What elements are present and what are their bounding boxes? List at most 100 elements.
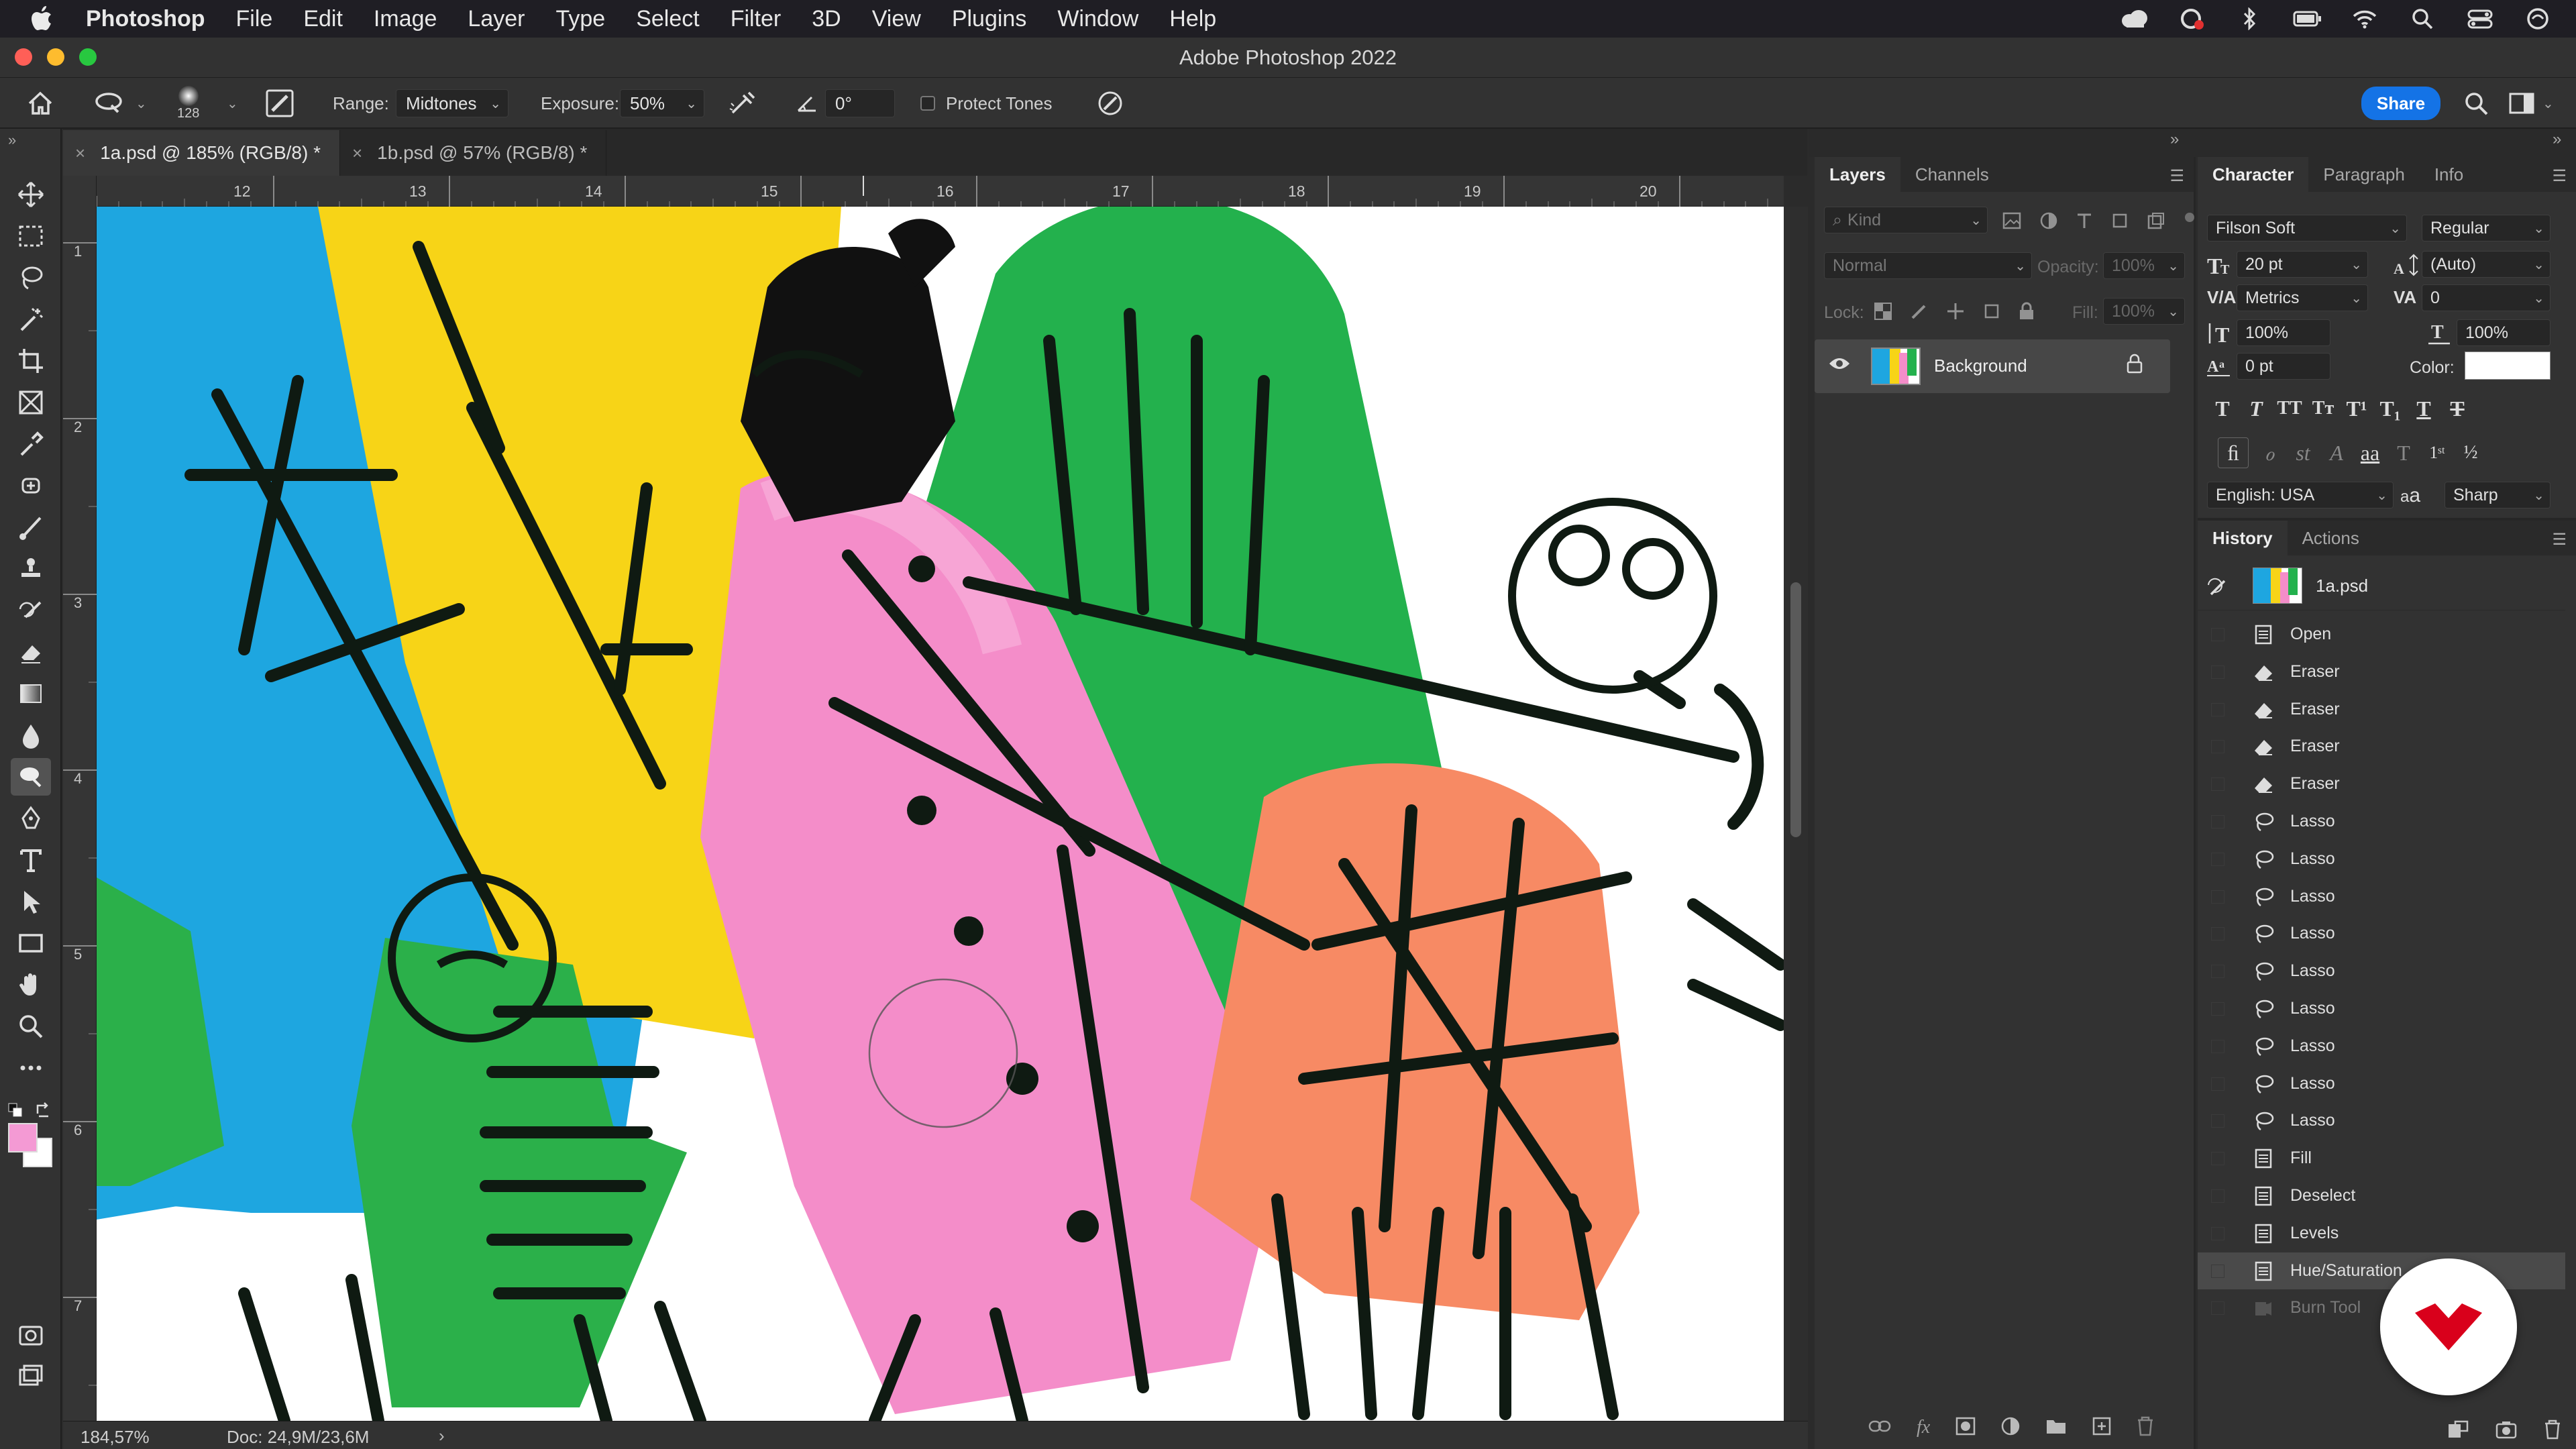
menu-file[interactable]: File <box>236 6 273 32</box>
filter-toggle-icon[interactable] <box>2184 212 2196 233</box>
panel-menu-icon[interactable]: ☰ <box>2169 166 2184 186</box>
lock-position-icon[interactable] <box>1946 302 1965 324</box>
add-mask-icon[interactable] <box>1955 1417 1976 1439</box>
lasso-tool-icon[interactable] <box>11 259 51 297</box>
history-brush-source-checkbox[interactable] <box>2211 1189 2224 1203</box>
lock-artboard-icon[interactable] <box>1982 302 2001 324</box>
collapse-panels-icon[interactable]: » <box>2553 130 2561 149</box>
panel-menu-icon[interactable]: ☰ <box>2552 530 2567 549</box>
menu-window[interactable]: Window <box>1057 6 1138 32</box>
tab-info[interactable]: Info <box>2420 157 2478 192</box>
history-state-row[interactable]: Fill <box>2198 1140 2565 1177</box>
history-brush-source-checkbox[interactable] <box>2211 852 2224 866</box>
stylistic-alternates-icon[interactable]: aa <box>2355 437 2385 468</box>
wifi-icon[interactable] <box>2351 7 2379 30</box>
history-snapshot[interactable]: 1a.psd <box>2198 561 2565 610</box>
close-tab-icon[interactable]: × <box>352 143 362 164</box>
blend-mode-select[interactable]: Normal ⌄ <box>1824 252 2032 279</box>
font-family-select[interactable]: Filson Soft ⌄ <box>2207 215 2407 241</box>
clone-stamp-tool-icon[interactable] <box>11 550 51 588</box>
horizontal-scale-field[interactable]: 100% <box>2457 319 2551 346</box>
path-selection-tool-icon[interactable] <box>11 883 51 920</box>
layer-filter-kind[interactable]: ⌕ Kind ⌄ <box>1824 207 1988 233</box>
layer-row-background[interactable]: Background <box>1815 339 2170 393</box>
close-window-button[interactable] <box>15 48 32 66</box>
history-state-row[interactable]: Eraser <box>2198 653 2565 690</box>
tab-history[interactable]: History <box>2198 521 2288 555</box>
quick-mask-icon[interactable] <box>11 1316 51 1354</box>
history-brush-source-checkbox[interactable] <box>2211 1152 2224 1166</box>
history-state-row[interactable]: Levels <box>2198 1215 2565 1252</box>
font-style-select[interactable]: Regular ⌄ <box>2422 215 2551 241</box>
new-group-icon[interactable] <box>2045 1417 2067 1438</box>
frame-tool-icon[interactable] <box>11 384 51 421</box>
history-state-row[interactable]: Open <box>2198 616 2565 653</box>
airbrush-button[interactable] <box>729 78 759 129</box>
history-state-row[interactable]: Lasso <box>2198 915 2565 952</box>
zoom-tool-icon[interactable] <box>11 1008 51 1045</box>
history-state-row[interactable]: Deselect <box>2198 1177 2565 1214</box>
history-state-row[interactable]: Lasso <box>2198 953 2565 989</box>
new-layer-icon[interactable] <box>2092 1417 2111 1439</box>
layer-style-fx-icon[interactable]: fx <box>1917 1417 1930 1438</box>
history-state-row[interactable]: Hue/Saturation <box>2198 1252 2565 1289</box>
history-state-row[interactable]: Lasso <box>2198 878 2565 915</box>
minimize-window-button[interactable] <box>47 48 64 66</box>
strikethrough-icon[interactable]: T <box>2442 393 2473 424</box>
exposure-field[interactable]: 50% ⌄ <box>620 89 704 117</box>
menu-type[interactable]: Type <box>555 6 605 32</box>
menu-3d[interactable]: 3D <box>812 6 841 32</box>
history-brush-source-checkbox[interactable] <box>2211 965 2224 979</box>
menu-edit[interactable]: Edit <box>303 6 343 32</box>
tab-1a-psd[interactable]: × 1a.psd @ 185% (RGB/8) * <box>63 130 340 176</box>
filter-pixel-icon[interactable] <box>2002 212 2021 233</box>
control-center-icon[interactable] <box>2466 7 2494 30</box>
history-state-row[interactable]: Lasso <box>2198 1065 2565 1102</box>
history-state-row[interactable]: Lasso <box>2198 1102 2565 1139</box>
collapse-panels-icon[interactable]: » <box>2170 130 2179 149</box>
history-brush-source-checkbox[interactable] <box>2211 740 2224 754</box>
brush-tool-icon[interactable] <box>11 508 51 546</box>
history-brush-source-icon[interactable] <box>2207 576 2229 600</box>
crop-tool-icon[interactable] <box>11 342 51 380</box>
spot-healing-tool-icon[interactable] <box>11 467 51 504</box>
leading-field[interactable]: (Auto) ⌄ <box>2422 251 2551 278</box>
menu-filter[interactable]: Filter <box>731 6 782 32</box>
font-size-field[interactable]: 20 pt ⌄ <box>2237 251 2368 278</box>
history-state-row[interactable]: Eraser <box>2198 728 2565 765</box>
menu-layer[interactable]: Layer <box>468 6 525 32</box>
layer-name[interactable]: Background <box>1934 356 2027 376</box>
brush-settings-toggle[interactable] <box>266 78 294 129</box>
menu-help[interactable]: Help <box>1169 6 1216 32</box>
subscript-icon[interactable]: T₁ <box>2375 393 2406 424</box>
share-button[interactable]: Share <box>2361 87 2440 120</box>
filter-type-icon[interactable] <box>2076 212 2092 233</box>
history-brush-source-checkbox[interactable] <box>2211 1002 2224 1016</box>
status-expand-icon[interactable]: › <box>439 1426 445 1446</box>
tab-layers[interactable]: Layers <box>1815 157 1900 192</box>
menu-select[interactable]: Select <box>636 6 700 32</box>
standard-ligatures-icon[interactable]: ﬁ <box>2218 437 2249 468</box>
swash-icon[interactable]: A <box>2321 437 2352 468</box>
history-state-row[interactable]: Lasso <box>2198 841 2565 877</box>
range-select[interactable]: Midtones ⌄ <box>396 89 508 117</box>
history-brush-source-checkbox[interactable] <box>2211 1077 2224 1091</box>
zoom-level[interactable]: 184,57% <box>80 1427 150 1448</box>
eyedropper-tool-icon[interactable] <box>11 425 51 463</box>
document-canvas[interactable] <box>97 207 1784 1421</box>
link-layers-icon[interactable] <box>1868 1419 1891 1437</box>
discretionary-ligatures-icon[interactable]: st <box>2288 437 2318 468</box>
rectangle-tool-icon[interactable] <box>11 924 51 962</box>
menu-plugins[interactable]: Plugins <box>952 6 1027 32</box>
lock-all-icon[interactable] <box>2019 302 2035 324</box>
history-state-row[interactable]: Eraser <box>2198 691 2565 728</box>
cc-sync-icon[interactable] <box>2178 7 2206 30</box>
filter-shape-icon[interactable] <box>2111 212 2129 233</box>
new-document-from-state-icon[interactable] <box>2447 1420 2469 1442</box>
new-snapshot-icon[interactable] <box>2496 1420 2517 1442</box>
bluetooth-icon[interactable] <box>2235 7 2263 30</box>
superscript-icon[interactable]: T¹ <box>2341 393 2372 424</box>
expand-panel-icon[interactable]: » <box>8 131 16 149</box>
titling-alternates-icon[interactable]: T <box>2388 437 2419 468</box>
history-brush-source-checkbox[interactable] <box>2211 665 2224 679</box>
